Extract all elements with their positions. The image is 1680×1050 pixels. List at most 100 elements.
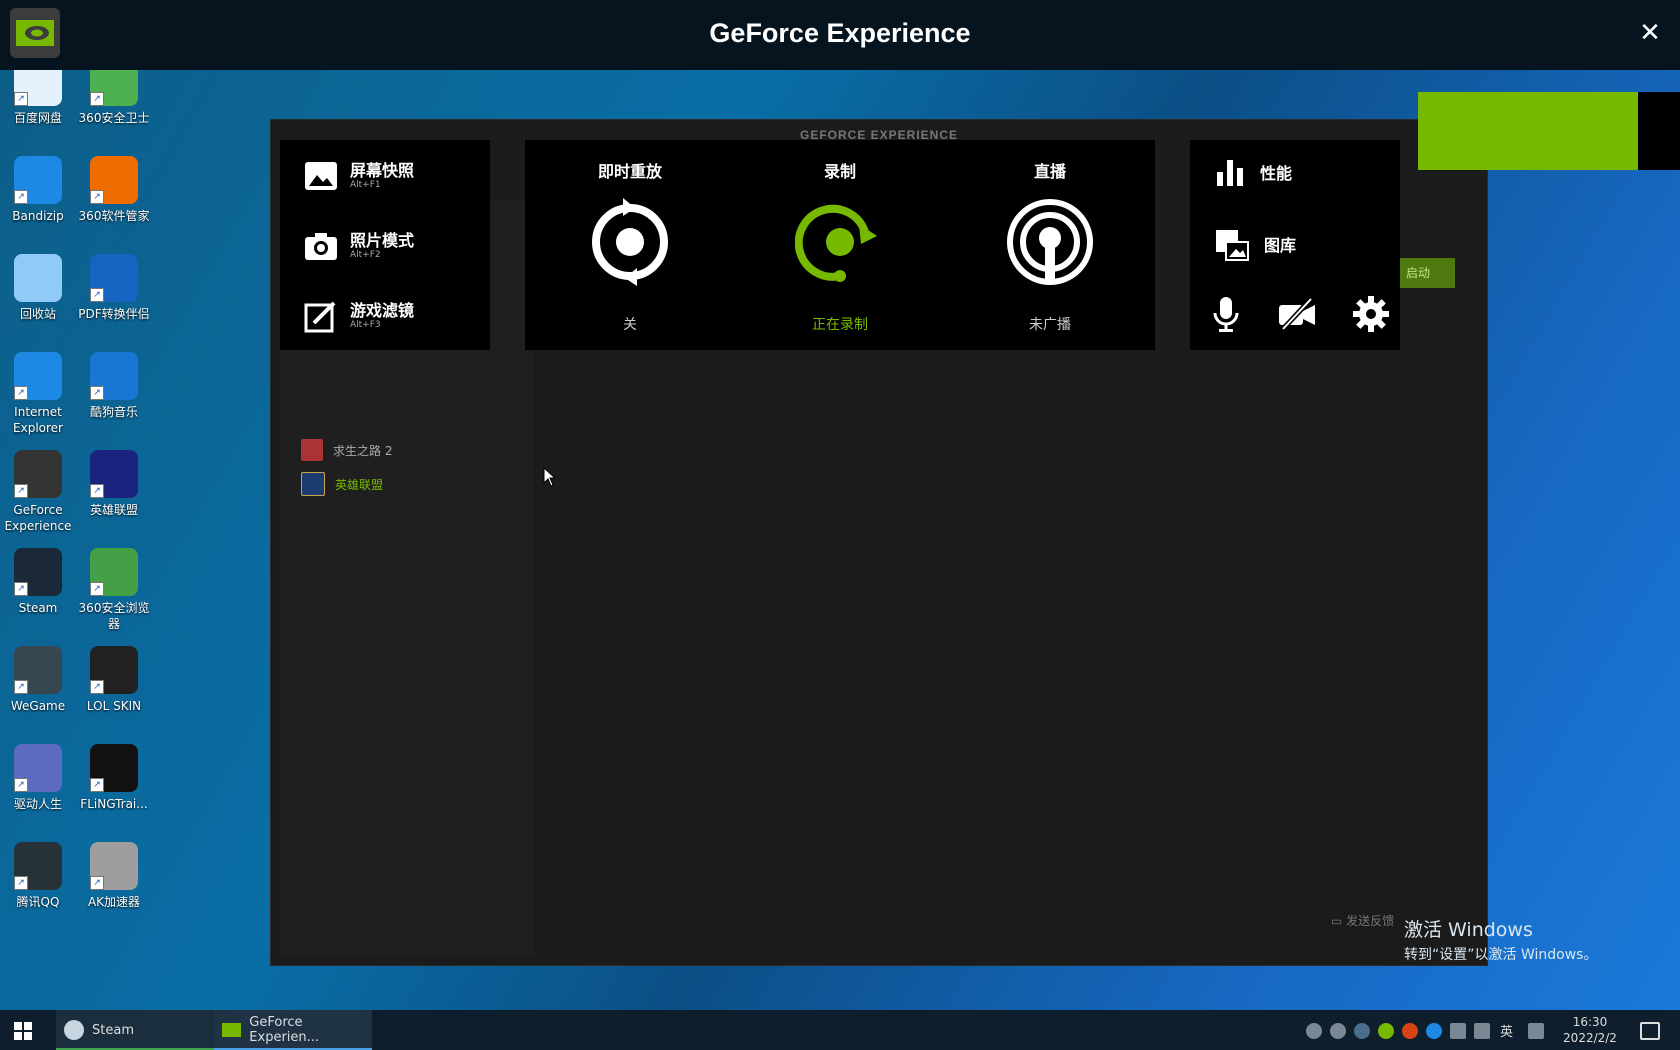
desktop-icon[interactable]: ↗ GeForce Experience	[1, 450, 75, 534]
indicator-edge	[1638, 92, 1680, 170]
filter-icon	[304, 301, 336, 333]
tray-icon-5[interactable]	[1402, 1023, 1418, 1039]
shortcut-arrow-icon: ↗	[14, 778, 28, 792]
app-icon: ↗	[90, 254, 138, 302]
desktop-icon[interactable]: ↗ Internet Explorer	[1, 352, 75, 436]
lol-icon	[301, 472, 325, 496]
instant-replay-icon	[592, 198, 668, 286]
desktop-icon-label: 360安全卫士	[78, 111, 150, 125]
desktop-icon[interactable]: ↗ 驱动人生	[1, 744, 75, 812]
clock-date: 2022/2/2	[1563, 1031, 1617, 1045]
broadcast-icon	[1007, 199, 1093, 285]
l4d2-icon	[301, 439, 323, 461]
mouse-cursor-icon	[543, 467, 557, 487]
desktop-icon[interactable]: ↗ 360软件管家	[77, 156, 151, 224]
volume-icon[interactable]	[1474, 1023, 1490, 1039]
app-icon: ↗	[90, 744, 138, 792]
settings-icon[interactable]	[1352, 295, 1390, 333]
game-item-l4d2[interactable]: 求生之路 2	[301, 438, 392, 462]
instant-replay-button[interactable]: 即时重放 关	[525, 140, 735, 350]
broadcast-button[interactable]: 直播 未广播	[945, 140, 1155, 350]
app-icon: ↗	[90, 352, 138, 400]
screenshot-button[interactable]: 屏幕快照 Alt+F1	[304, 156, 414, 196]
desktop-icon[interactable]: ↗ Bandizip	[1, 156, 75, 224]
desktop-icon[interactable]: ↗ FLiNGTrai...	[77, 744, 151, 812]
feedback-button[interactable]: ▭ 发送反馈	[1331, 912, 1394, 929]
screenshot-label: 屏幕快照	[350, 161, 415, 180]
game-item-lol[interactable]: 英雄联盟	[301, 472, 383, 496]
desktop-icon[interactable]: ↗ 英雄联盟	[77, 450, 151, 518]
desktop-icon-label: 驱动人生	[13, 797, 62, 811]
app-icon: ↗	[14, 842, 62, 890]
camera-off-icon[interactable]	[1277, 297, 1317, 331]
shortcut-arrow-icon: ↗	[14, 190, 28, 204]
desktop-icon[interactable]: ↗ 酷狗音乐	[77, 352, 151, 420]
tray-nvidia-icon[interactable]	[1378, 1023, 1394, 1039]
record-status: 正在录制	[812, 317, 868, 333]
app-icon: ↗	[14, 156, 62, 204]
gallery-button[interactable]: 图库	[1214, 226, 1296, 262]
shortcut-arrow-icon: ↗	[90, 288, 104, 302]
game-label: 英雄联盟	[335, 477, 384, 492]
clock[interactable]: 16:30 2022/2/2	[1555, 1014, 1625, 1046]
desktop-icon[interactable]: 回收站	[1, 254, 75, 322]
tray-kugou-icon[interactable]	[1426, 1023, 1442, 1039]
gallery-icon	[1216, 230, 1249, 261]
record-icon	[795, 204, 877, 282]
shortcut-arrow-icon: ↗	[90, 190, 104, 204]
desktop-icon-label: FLiNGTrai...	[80, 797, 148, 811]
photo-mode-button[interactable]: 照片模式 Alt+F2	[304, 226, 414, 266]
ime-indicator[interactable]: 英	[1500, 1021, 1513, 1040]
desktop-icon[interactable]: ↗ LOL SKIN	[77, 646, 151, 714]
taskbar-app-steam[interactable]: Steam	[56, 1010, 214, 1050]
photo-mode-hotkey: Alt+F2	[350, 250, 381, 260]
shortcut-arrow-icon: ↗	[90, 876, 104, 890]
shortcut-arrow-icon: ↗	[90, 778, 104, 792]
start-button[interactable]	[14, 1022, 32, 1044]
game-label: 求生之路 2	[333, 443, 393, 458]
broadcast-title: 直播	[1033, 162, 1066, 181]
game-filter-button[interactable]: 游戏滤镜 Alt+F3	[304, 296, 414, 336]
tray-steam-icon[interactable]	[1354, 1023, 1370, 1039]
desktop-icon[interactable]: ↗ AK加速器	[77, 842, 151, 910]
overlay-header: GeForce Experience ✕	[0, 0, 1680, 70]
desktop-icon[interactable]: ↗ 360安全浏览器	[77, 548, 151, 632]
desktop-icon[interactable]: ↗ 腾讯QQ	[1, 842, 75, 910]
desktop-icon-label: 360安全浏览器	[78, 601, 150, 631]
app-icon: ↗	[14, 548, 62, 596]
tray-icon-2[interactable]	[1330, 1023, 1346, 1039]
notification-icon[interactable]	[1640, 1022, 1660, 1040]
performance-label: 性能	[1260, 164, 1293, 183]
desktop-icon-label: Internet Explorer	[13, 405, 63, 435]
desktop-icon[interactable]: ↗ PDF转换伴侣	[77, 254, 151, 322]
app-icon: ↗	[14, 450, 62, 498]
instant-replay-status: 关	[623, 317, 637, 333]
app-icon: ↗	[14, 646, 62, 694]
microphone-icon[interactable]	[1210, 295, 1242, 333]
app-icon: ↗	[90, 156, 138, 204]
record-title: 录制	[823, 162, 856, 181]
desktop-icon-label: 百度网盘	[13, 111, 62, 125]
shortcut-arrow-icon: ↗	[14, 92, 28, 106]
desktop-icon-label: 英雄联盟	[89, 503, 138, 517]
shortcut-arrow-icon: ↗	[90, 92, 104, 106]
activation-watermark: 激活 Windows 转到“设置”以激活 Windows。	[1404, 915, 1597, 964]
desktop-icon[interactable]: ↗ Steam	[1, 548, 75, 616]
taskbar-app-geforce[interactable]: GeForce Experien...	[214, 1010, 372, 1050]
chat-icon: ▭	[1331, 914, 1347, 928]
keyboard-icon[interactable]	[1528, 1023, 1544, 1039]
desktop-icon-label: 腾讯QQ	[16, 895, 60, 909]
tray-icon-1[interactable]	[1306, 1023, 1322, 1039]
taskbar-app-label: Steam	[92, 1022, 134, 1038]
close-icon[interactable]: ✕	[1635, 18, 1665, 48]
desktop-icon-label: 360软件管家	[78, 209, 150, 223]
activation-subtitle: 转到“设置”以激活 Windows。	[1404, 947, 1598, 963]
network-icon[interactable]	[1450, 1023, 1466, 1039]
record-button[interactable]: 录制 正在录制	[735, 140, 945, 350]
app-icon	[14, 254, 62, 302]
desktop-icon-label: Bandizip	[12, 209, 64, 223]
performance-button[interactable]: 性能	[1214, 156, 1292, 188]
desktop-icon[interactable]: ↗ WeGame	[1, 646, 75, 714]
app-icon: ↗	[90, 548, 138, 596]
desktop-icon-label: 酷狗音乐	[89, 405, 138, 419]
